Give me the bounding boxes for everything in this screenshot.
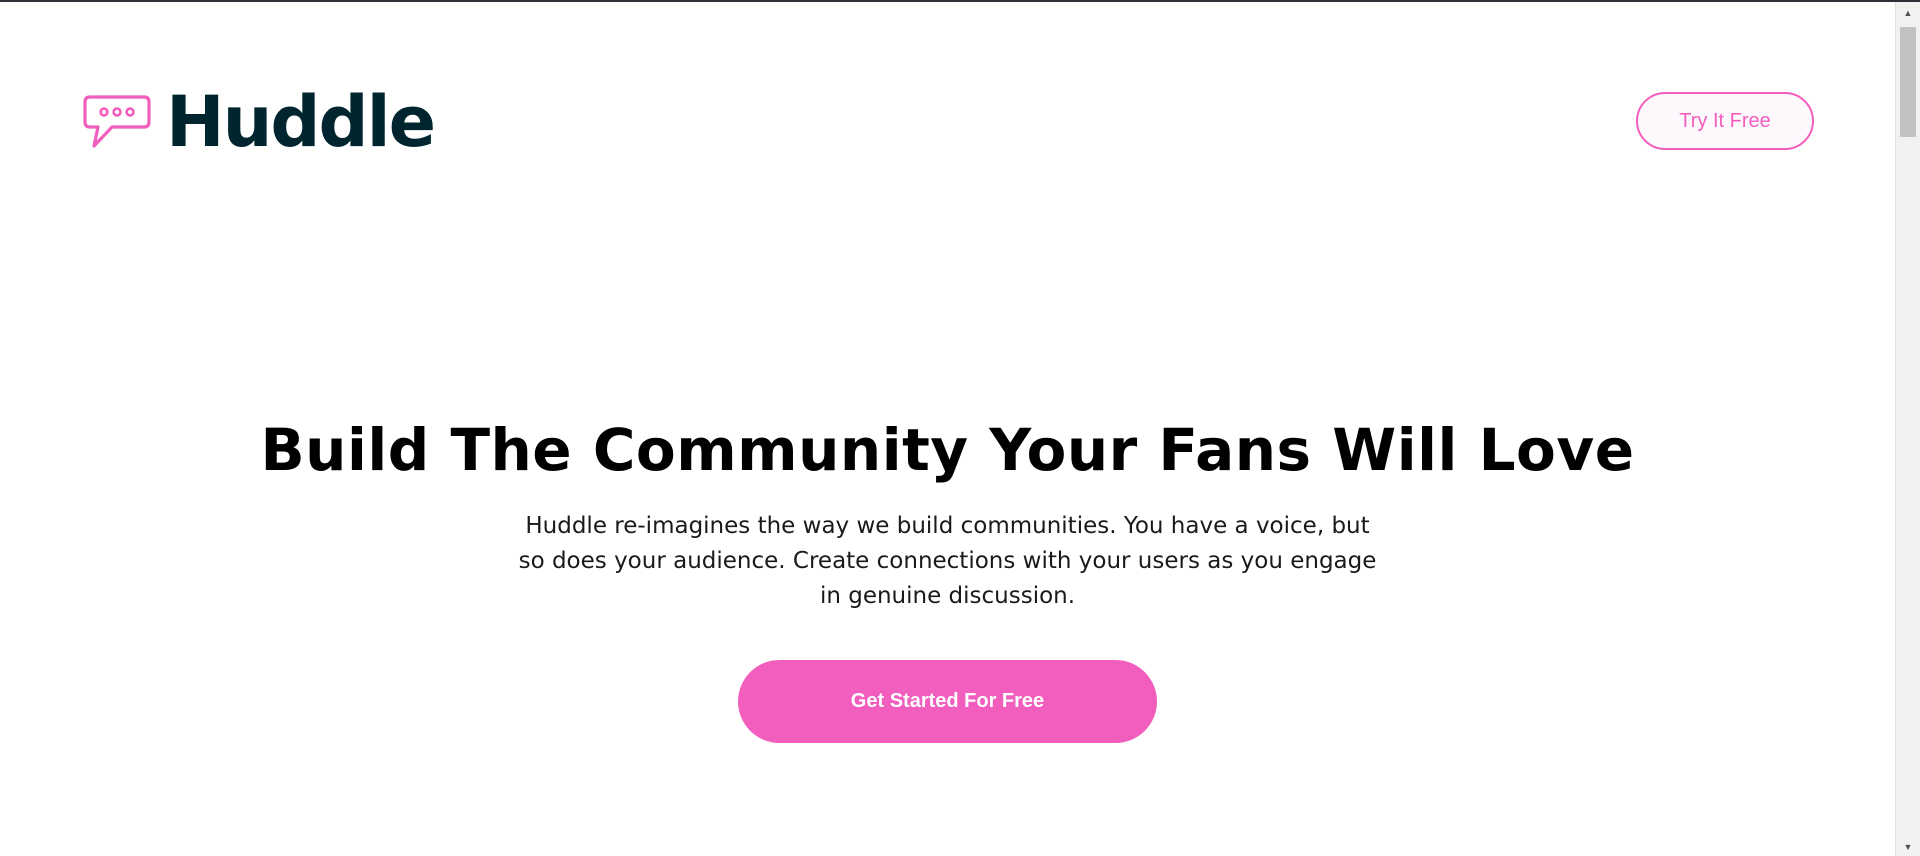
try-it-free-button[interactable]: Try It Free: [1636, 92, 1814, 150]
hero-title: Build The Community Your Fans Will Love: [260, 416, 1635, 484]
hero-description: Huddle re-imagines the way we build comm…: [518, 513, 1377, 609]
browser-viewport: Huddle Try It Free Build The Community Y…: [0, 0, 1920, 856]
logo-wordmark: Huddle: [166, 81, 436, 163]
vertical-scrollbar[interactable]: ▲ ▼: [1895, 2, 1920, 856]
scroll-down-arrow-icon[interactable]: ▼: [1896, 842, 1920, 852]
chat-bubble-icon: [83, 95, 151, 148]
logo[interactable]: Huddle: [82, 81, 436, 163]
get-started-button[interactable]: Get Started For Free: [738, 660, 1157, 743]
landing-page: Huddle Try It Free Build The Community Y…: [0, 2, 1895, 856]
scroll-up-arrow-icon[interactable]: ▲: [1896, 8, 1920, 18]
scrollbar-thumb[interactable]: [1900, 27, 1916, 137]
hero-section: Build The Community Your Fans Will Love …: [0, 407, 1895, 614]
site-header: Huddle Try It Free: [82, 81, 1814, 163]
